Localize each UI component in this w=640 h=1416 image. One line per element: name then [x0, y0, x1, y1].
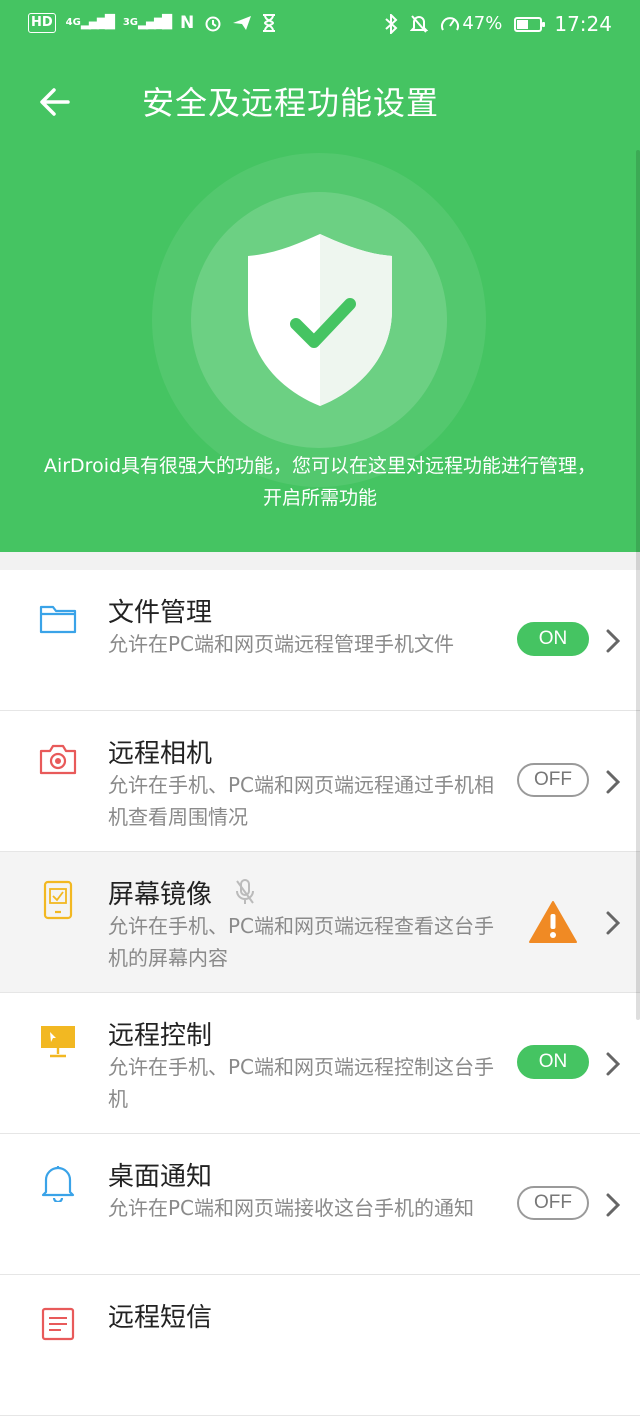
item-description: 允许在PC端和网页端接收这台手机的通知 — [108, 1196, 475, 1220]
bell-icon — [41, 1166, 75, 1202]
signal-4g-icon: 4G▂▄▆█ — [65, 15, 115, 30]
microphone-off-icon — [236, 879, 254, 904]
mute-icon — [410, 15, 429, 33]
feature-list: 文件管理 允许在PC端和网页端远程管理手机文件 ON 远程相机 允许在手机、PC… — [0, 570, 640, 1416]
shield-check-icon — [248, 234, 392, 406]
clock: 17:24 — [554, 12, 612, 36]
item-title: 桌面通知 — [108, 1162, 213, 1192]
item-title: 文件管理 — [108, 598, 213, 628]
hourglass-icon — [263, 14, 276, 32]
scrollbar[interactable] — [636, 150, 640, 1020]
chevron-right-icon — [606, 1193, 621, 1217]
desktop-notification-toggle[interactable]: OFF — [517, 1186, 589, 1220]
battery-percent: 47% — [462, 13, 503, 34]
chevron-right-icon — [606, 629, 621, 653]
item-description: 允许在PC端和网页端远程管理手机文件 — [108, 632, 455, 656]
hd-icon: HD — [28, 13, 56, 33]
nfc-icon: N — [180, 13, 195, 33]
signal-4g-label: 4G — [65, 17, 81, 28]
item-title: 远程控制 — [108, 1021, 213, 1051]
remote-control-toggle[interactable]: ON — [517, 1045, 589, 1079]
back-button[interactable] — [34, 80, 78, 124]
chevron-right-icon — [606, 911, 621, 935]
intro-text: AirDroid具有很强大的功能，您可以在这里对远程功能进行管理，开启所需功能 — [43, 455, 597, 509]
list-item-remote-camera[interactable]: 远程相机 允许在手机、PC端和网页端远程通过手机相机查看周围情况 OFF — [0, 711, 640, 852]
list-item-remote-control[interactable]: 远程控制 允许在手机、PC端和网页端远程控制这台手机 ON — [0, 993, 640, 1134]
item-title: 屏幕镜像 — [108, 880, 213, 910]
send-icon — [233, 16, 252, 30]
item-description: 允许在手机、PC端和网页端远程通过手机相机查看周围情况 — [108, 773, 495, 829]
file-management-toggle[interactable]: ON — [517, 622, 589, 656]
header-area: HD 4G▂▄▆█ 3G▂▄▆█ N 47% 17:24 安全及远程功能设置 A… — [0, 0, 640, 552]
list-item-file-management[interactable]: 文件管理 允许在PC端和网页端远程管理手机文件 ON — [0, 570, 640, 711]
chevron-right-icon — [606, 1052, 621, 1076]
phone-screen-icon — [43, 880, 73, 920]
data-speed: 47% — [440, 12, 502, 36]
camera-icon — [39, 744, 77, 775]
warning-icon[interactable] — [528, 900, 578, 944]
remote-camera-toggle[interactable]: OFF — [517, 763, 589, 797]
item-title: 远程短信 — [108, 1303, 213, 1333]
battery-icon — [514, 16, 546, 32]
item-description: 允许在手机、PC端和网页端远程控制这台手机 — [108, 1055, 495, 1111]
monitor-cursor-icon — [41, 1026, 75, 1058]
signal-3g-icon: 3G▂▄▆█ — [122, 15, 172, 30]
page-title: 安全及远程功能设置 — [142, 84, 440, 122]
arrow-left-icon — [40, 88, 70, 116]
folder-icon — [39, 605, 77, 634]
chevron-right-icon — [606, 770, 621, 794]
status-right: 47% 17:24 — [384, 12, 612, 36]
status-bar: HD 4G▂▄▆█ 3G▂▄▆█ N 47% 17:24 — [0, 0, 640, 50]
data-speed-icon — [441, 17, 460, 31]
alarm-icon — [205, 16, 221, 32]
item-description: 允许在手机、PC端和网页端远程查看这台手机的屏幕内容 — [108, 914, 495, 970]
list-item-remote-sms[interactable]: 远程短信 — [0, 1275, 640, 1416]
signal-3g-label: 3G — [122, 17, 139, 28]
item-title: 远程相机 — [108, 739, 213, 769]
message-icon — [41, 1307, 75, 1341]
status-left: HD 4G▂▄▆█ 3G▂▄▆█ N — [28, 13, 276, 33]
list-item-desktop-notification[interactable]: 桌面通知 允许在PC端和网页端接收这台手机的通知 OFF — [0, 1134, 640, 1275]
list-item-screen-mirror[interactable]: 屏幕镜像 允许在手机、PC端和网页端远程查看这台手机的屏幕内容 — [0, 852, 640, 993]
bluetooth-icon — [385, 14, 398, 34]
